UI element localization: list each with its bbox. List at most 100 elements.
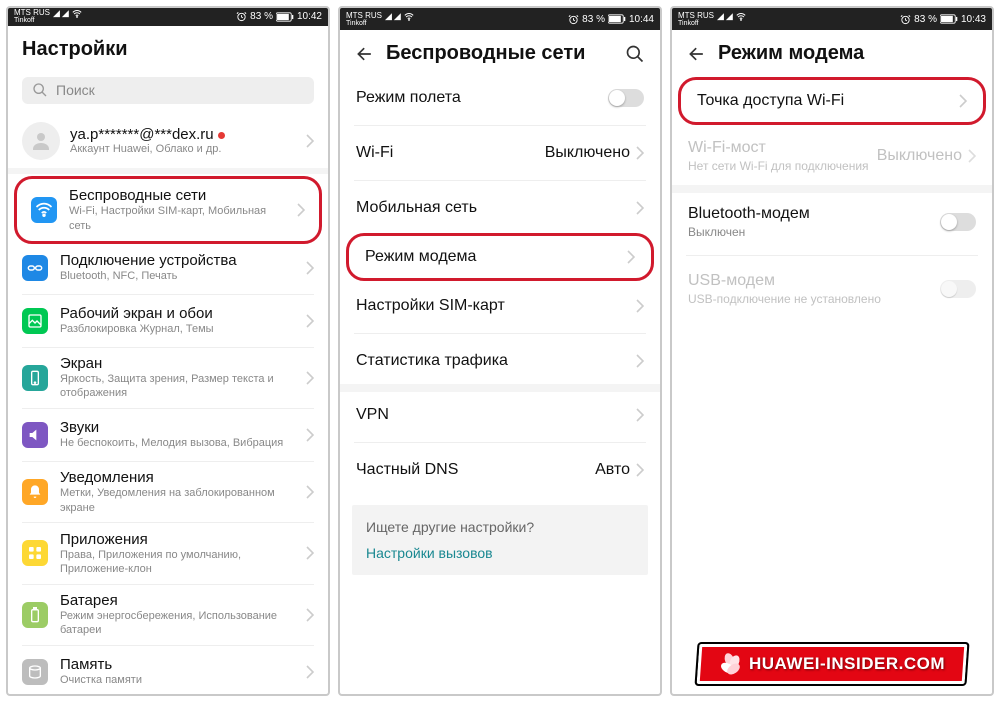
row-sub: Режим энергосбережения, Использование ба… bbox=[60, 609, 294, 638]
chevron-right-icon bbox=[306, 134, 314, 148]
page-header: Настройки bbox=[8, 26, 328, 71]
chevron-right-icon bbox=[306, 608, 314, 622]
chevron-right-icon bbox=[306, 485, 314, 499]
page-header: Режим модема bbox=[672, 30, 992, 75]
clock: 10:42 bbox=[297, 11, 322, 22]
row-vpn[interactable]: VPN bbox=[340, 392, 660, 438]
watermark-badge: HUAWEI-INSIDER.COM bbox=[697, 644, 968, 684]
chevron-right-icon bbox=[306, 261, 314, 275]
row-airplane-mode[interactable]: Режим полета bbox=[340, 75, 660, 121]
row-title: Точка доступа Wi-Fi bbox=[697, 92, 844, 110]
account-row[interactable]: ya.p*******@***dex.ru Аккаунт Huawei, Об… bbox=[8, 114, 328, 168]
row-value: Выключено bbox=[545, 144, 630, 162]
account-email: ya.p*******@***dex.ru bbox=[70, 126, 296, 143]
row-title: USB-модем bbox=[688, 272, 881, 290]
row-title: Мобильная сеть bbox=[356, 199, 477, 217]
row-sub: Не беспокоить, Мелодия вызова, Вибрация bbox=[60, 436, 294, 450]
avatar bbox=[22, 122, 60, 160]
row-apps[interactable]: Приложения Права, Приложения по умолчани… bbox=[8, 527, 328, 580]
toggle-airplane[interactable] bbox=[608, 89, 644, 107]
row-title: Wi-Fi bbox=[356, 144, 393, 162]
wifi-icon bbox=[31, 197, 57, 223]
chevron-right-icon bbox=[636, 299, 644, 313]
phone-icon bbox=[22, 365, 48, 391]
battery-icon bbox=[22, 602, 48, 628]
toggle-usb-tethering bbox=[940, 280, 976, 298]
chevron-right-icon bbox=[306, 665, 314, 679]
row-battery[interactable]: Батарея Режим энергосбережения, Использо… bbox=[8, 589, 328, 642]
highlight-wifi-hotspot: Точка доступа Wi-Fi bbox=[678, 77, 986, 125]
row-traffic-stats[interactable]: Статистика трафика bbox=[340, 338, 660, 384]
alarm-icon bbox=[568, 14, 579, 25]
row-sub: Выключен bbox=[688, 225, 810, 239]
row-sub: Нет сети Wi-Fi для подключения bbox=[688, 159, 869, 173]
apps-icon bbox=[22, 540, 48, 566]
chevron-right-icon bbox=[627, 250, 635, 264]
row-wifi-hotspot[interactable]: Точка доступа Wi-Fi bbox=[681, 80, 983, 122]
row-wifi[interactable]: Wi-Fi Выключено bbox=[340, 130, 660, 176]
row-title: VPN bbox=[356, 406, 389, 424]
row-wifi-bridge: Wi-Fi-мост Нет сети Wi-Fi для подключени… bbox=[672, 127, 992, 185]
search-input[interactable]: Поиск bbox=[22, 77, 314, 104]
row-device-connection[interactable]: Подключение устройства Bluetooth, NFC, П… bbox=[8, 246, 328, 290]
row-tethering[interactable]: Режим модема bbox=[349, 236, 651, 278]
back-button[interactable] bbox=[686, 43, 708, 65]
page-header: Беспроводные сети bbox=[340, 30, 660, 75]
row-home-wallpaper[interactable]: Рабочий экран и обои Разблокировка Журна… bbox=[8, 299, 328, 343]
hint-link-call-settings[interactable]: Настройки вызовов bbox=[366, 545, 634, 561]
signal-icon: ◢ bbox=[62, 9, 68, 18]
carrier-label: MTS RUS bbox=[14, 9, 50, 17]
row-sub: Яркость, Защита зрения, Размер текста и … bbox=[60, 372, 294, 401]
row-title: Экран bbox=[60, 355, 294, 372]
signal-icon: ◢ bbox=[394, 12, 400, 21]
row-wireless-networks[interactable]: Беспроводные сети Wi-Fi, Настройки SIM-к… bbox=[17, 179, 319, 241]
toggle-bluetooth-tethering[interactable] bbox=[940, 213, 976, 231]
clock: 10:44 bbox=[629, 14, 654, 25]
alarm-icon bbox=[236, 11, 247, 22]
wifi-icon bbox=[71, 9, 83, 19]
row-sim-settings[interactable]: Настройки SIM-карт bbox=[340, 283, 660, 329]
battery-percent: 83 % bbox=[250, 11, 273, 22]
search-icon bbox=[32, 82, 48, 98]
wifi-icon bbox=[735, 12, 747, 22]
row-title: Приложения bbox=[60, 531, 294, 548]
chevron-right-icon bbox=[959, 94, 967, 108]
row-display[interactable]: Экран Яркость, Защита зрения, Размер тек… bbox=[8, 352, 328, 405]
chevron-right-icon bbox=[968, 149, 976, 163]
highlight-wireless: Беспроводные сети Wi-Fi, Настройки SIM-к… bbox=[14, 176, 322, 244]
row-notifications[interactable]: Уведомления Метки, Уведомления на заблок… bbox=[8, 466, 328, 519]
row-sub: Wi-Fi, Настройки SIM-карт, Мобильная сет… bbox=[69, 204, 285, 233]
row-storage[interactable]: Память Очистка памяти bbox=[8, 650, 328, 694]
row-title: Bluetooth-модем bbox=[688, 205, 810, 223]
row-title: Режим модема bbox=[365, 248, 476, 266]
row-title: Батарея bbox=[60, 592, 294, 609]
sound-icon bbox=[22, 422, 48, 448]
signal-icon: ◢ bbox=[385, 12, 391, 21]
row-title: Беспроводные сети bbox=[69, 187, 285, 204]
row-title: Звуки bbox=[60, 419, 294, 436]
account-sub: Аккаунт Huawei, Облако и др. bbox=[70, 143, 296, 155]
page-title: Режим модема bbox=[718, 42, 864, 65]
search-button[interactable] bbox=[624, 43, 646, 65]
row-title: Подключение устройства bbox=[60, 252, 294, 269]
battery-icon bbox=[276, 12, 294, 22]
row-title: Режим полета bbox=[356, 89, 461, 107]
alarm-icon bbox=[900, 14, 911, 25]
chevron-right-icon bbox=[636, 146, 644, 160]
row-sub: Права, Приложения по умолчанию, Приложен… bbox=[60, 548, 294, 577]
row-title: Уведомления bbox=[60, 469, 294, 486]
row-mobile-network[interactable]: Мобильная сеть bbox=[340, 185, 660, 231]
page-title: Беспроводные сети bbox=[386, 42, 585, 65]
watermark-text: HUAWEI-INSIDER.COM bbox=[749, 654, 945, 674]
row-title: Память bbox=[60, 656, 294, 673]
row-title: Настройки SIM-карт bbox=[356, 297, 505, 315]
carrier-sub: Tinkoff bbox=[14, 17, 50, 24]
row-sounds[interactable]: Звуки Не беспокоить, Мелодия вызова, Виб… bbox=[8, 413, 328, 457]
row-bluetooth-tethering[interactable]: Bluetooth-модем Выключен bbox=[672, 193, 992, 251]
search-placeholder: Поиск bbox=[56, 82, 95, 98]
chevron-right-icon bbox=[636, 463, 644, 477]
row-private-dns[interactable]: Частный DNS Авто bbox=[340, 447, 660, 493]
row-title: Рабочий экран и обои bbox=[60, 305, 294, 322]
bell-icon bbox=[22, 479, 48, 505]
back-button[interactable] bbox=[354, 43, 376, 65]
